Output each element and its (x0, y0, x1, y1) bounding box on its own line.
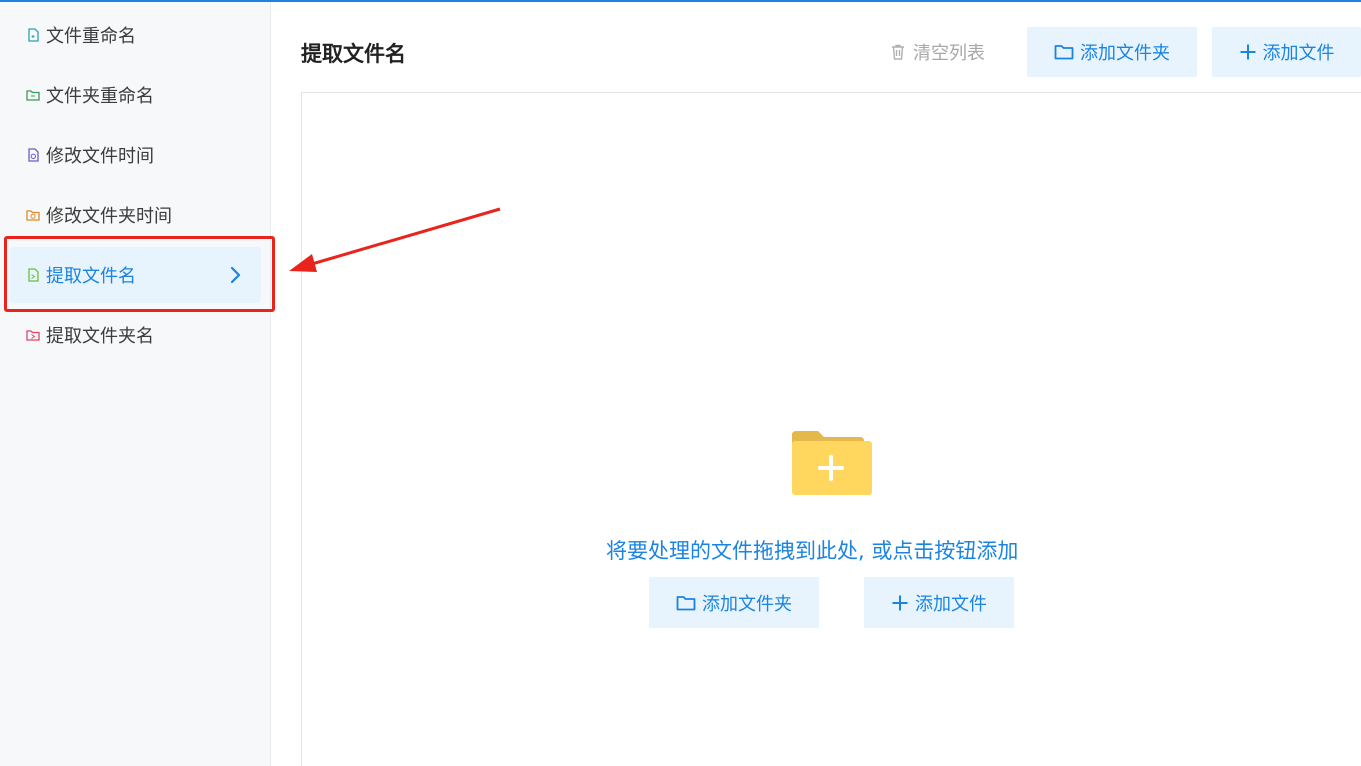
folder-icon (676, 595, 696, 610)
sidebar-item-label: 提取文件夹名 (46, 326, 154, 347)
extract-filename-icon (28, 268, 39, 282)
chevron-right-icon (230, 266, 241, 284)
sidebar-item-label: 提取文件名 (46, 266, 136, 287)
sidebar-item-file-rename[interactable]: 文件重命名 (10, 7, 261, 63)
dropzone-add-folder-label: 添加文件夹 (702, 593, 792, 615)
file-rename-icon (28, 28, 39, 42)
add-file-button[interactable]: 添加文件 (1212, 27, 1361, 77)
add-folder-label: 添加文件夹 (1080, 43, 1170, 64)
clear-list-button[interactable]: 清空列表 (862, 27, 1012, 77)
folder-icon (1054, 45, 1074, 60)
add-folder-illustration-icon (792, 431, 872, 495)
dropzone-hint-text: 将要处理的文件拖拽到此处, 或点击按钮添加 (606, 539, 1019, 563)
folder-rename-icon (26, 90, 40, 101)
folder-time-icon (26, 210, 40, 221)
sidebar-item-folder-time[interactable]: 修改文件夹时间 (10, 187, 261, 243)
trash-icon (892, 44, 904, 60)
clear-list-label: 清空列表 (913, 43, 985, 64)
dropzone-add-file-label: 添加文件 (915, 593, 987, 615)
sidebar-item-folder-rename[interactable]: 文件夹重命名 (10, 67, 261, 123)
page-title: 提取文件名 (301, 42, 406, 66)
sidebar-item-extract-foldername[interactable]: 提取文件夹名 (10, 307, 261, 363)
plus-icon (1240, 44, 1255, 60)
add-file-label: 添加文件 (1262, 43, 1335, 64)
sidebar: 文件重命名 文件夹重命名 修改文件时间 修改文件夹时间 提取文件名 提取文件夹名 (0, 2, 271, 766)
sidebar-item-label: 文件夹重命名 (46, 86, 154, 107)
sidebar-item-file-time[interactable]: 修改文件时间 (10, 127, 261, 183)
extract-foldername-icon (26, 330, 40, 341)
file-time-icon (28, 148, 39, 162)
sidebar-item-extract-filename[interactable]: 提取文件名 (10, 247, 261, 303)
sidebar-item-label: 文件重命名 (46, 26, 136, 47)
dropzone-add-folder-button[interactable]: 添加文件夹 (649, 577, 819, 628)
add-folder-button[interactable]: 添加文件夹 (1027, 27, 1197, 77)
sidebar-item-label: 修改文件夹时间 (46, 206, 172, 227)
plus-icon (892, 595, 908, 610)
dropzone-add-file-button[interactable]: 添加文件 (864, 577, 1014, 628)
sidebar-item-label: 修改文件时间 (46, 146, 154, 167)
